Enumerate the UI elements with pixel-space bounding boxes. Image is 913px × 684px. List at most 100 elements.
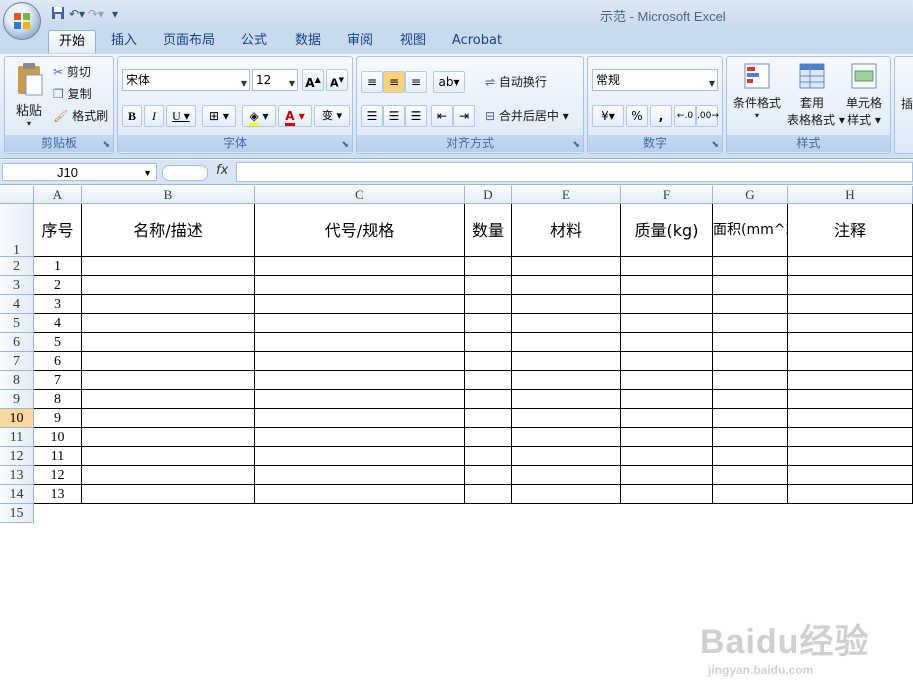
borders-button[interactable]: ⊞ ▾ xyxy=(202,105,236,127)
table-cell[interactable] xyxy=(465,485,512,504)
table-cell[interactable] xyxy=(788,466,913,485)
row-header[interactable]: 12 xyxy=(0,447,34,466)
tab-data[interactable]: 数据 xyxy=(288,30,328,52)
insert-cells-button[interactable]: 插 xyxy=(901,95,913,112)
serial-cell[interactable]: 10 xyxy=(34,428,82,447)
table-cell[interactable] xyxy=(465,466,512,485)
table-cell[interactable] xyxy=(255,390,465,409)
table-cell[interactable] xyxy=(621,352,713,371)
cut-button[interactable]: ✂ 剪切 xyxy=(53,63,91,80)
table-cell[interactable] xyxy=(621,371,713,390)
formula-bar-resize-handle[interactable] xyxy=(162,165,208,181)
row-header[interactable]: 2 xyxy=(0,257,34,276)
dialog-launcher-icon[interactable]: ⬊ xyxy=(711,140,719,150)
dialog-launcher-icon[interactable]: ⬊ xyxy=(572,140,580,150)
table-cell[interactable] xyxy=(512,371,621,390)
header-cell[interactable]: 质量(kg) xyxy=(621,204,713,257)
table-cell[interactable] xyxy=(255,352,465,371)
table-cell[interactable] xyxy=(713,276,788,295)
serial-cell[interactable]: 7 xyxy=(34,371,82,390)
table-cell[interactable] xyxy=(512,333,621,352)
serial-cell[interactable]: 6 xyxy=(34,352,82,371)
row-header[interactable]: 14 xyxy=(0,485,34,504)
table-cell[interactable] xyxy=(713,295,788,314)
table-cell[interactable] xyxy=(512,295,621,314)
increase-decimal-button[interactable]: ←.0 xyxy=(674,105,696,127)
table-cell[interactable] xyxy=(255,409,465,428)
column-header-d[interactable]: D xyxy=(465,186,512,204)
row-header[interactable]: 6 xyxy=(0,333,34,352)
table-cell[interactable] xyxy=(788,333,913,352)
formula-input[interactable] xyxy=(236,162,913,182)
table-cell[interactable] xyxy=(465,428,512,447)
insert-function-button[interactable]: fx xyxy=(216,163,228,178)
table-cell[interactable] xyxy=(255,447,465,466)
underline-button[interactable]: U ▾ xyxy=(166,105,196,127)
table-cell[interactable] xyxy=(512,466,621,485)
header-cell[interactable]: 面积(mm^2) xyxy=(713,204,788,257)
copy-button[interactable]: ❐ 复制 xyxy=(53,85,92,102)
font-color-button[interactable]: A ▾ xyxy=(278,105,312,127)
table-cell[interactable] xyxy=(255,485,465,504)
table-cell[interactable] xyxy=(713,485,788,504)
tab-insert[interactable]: 插入 xyxy=(104,30,144,52)
align-center-button[interactable]: ☰ xyxy=(383,105,405,127)
column-header-f[interactable]: F xyxy=(621,186,713,204)
table-cell[interactable] xyxy=(713,352,788,371)
font-size-select[interactable]: 12 ▼ xyxy=(252,69,298,91)
row-header[interactable]: 9 xyxy=(0,390,34,409)
table-cell[interactable] xyxy=(82,295,255,314)
table-cell[interactable] xyxy=(788,257,913,276)
customize-qat-icon[interactable]: ▾ xyxy=(107,7,123,21)
accounting-format-button[interactable]: ¥▾ xyxy=(592,105,624,127)
serial-cell[interactable]: 12 xyxy=(34,466,82,485)
table-cell[interactable] xyxy=(512,409,621,428)
increase-indent-button[interactable]: ⇥ xyxy=(453,105,475,127)
shrink-font-button[interactable]: A▼ xyxy=(326,69,348,91)
table-cell[interactable] xyxy=(788,314,913,333)
table-cell[interactable] xyxy=(82,257,255,276)
table-cell[interactable] xyxy=(788,428,913,447)
serial-cell[interactable]: 8 xyxy=(34,390,82,409)
table-cell[interactable] xyxy=(512,352,621,371)
italic-button[interactable]: I xyxy=(144,105,164,127)
row-header[interactable]: 13 xyxy=(0,466,34,485)
table-cell[interactable] xyxy=(788,447,913,466)
header-cell[interactable]: 名称/描述 xyxy=(82,204,255,257)
header-cell[interactable]: 代号/规格 xyxy=(255,204,465,257)
table-cell[interactable] xyxy=(82,333,255,352)
table-cell[interactable] xyxy=(512,485,621,504)
select-all-corner[interactable] xyxy=(0,186,34,204)
table-cell[interactable] xyxy=(713,428,788,447)
table-cell[interactable] xyxy=(621,409,713,428)
table-cell[interactable] xyxy=(255,371,465,390)
table-cell[interactable] xyxy=(621,333,713,352)
table-cell[interactable] xyxy=(465,390,512,409)
table-cell[interactable] xyxy=(788,371,913,390)
tab-formulas[interactable]: 公式 xyxy=(234,30,274,52)
table-cell[interactable] xyxy=(255,276,465,295)
table-cell[interactable] xyxy=(713,371,788,390)
office-button[interactable] xyxy=(3,2,41,40)
table-cell[interactable] xyxy=(788,485,913,504)
conditional-formatting-button[interactable]: 条件格式 ▾ xyxy=(731,61,783,120)
serial-cell[interactable]: 2 xyxy=(34,276,82,295)
table-cell[interactable] xyxy=(788,295,913,314)
table-cell[interactable] xyxy=(82,428,255,447)
row-header[interactable]: 4 xyxy=(0,295,34,314)
number-format-select[interactable]: 常规 ▼ xyxy=(592,69,718,91)
table-cell[interactable] xyxy=(621,295,713,314)
table-cell[interactable] xyxy=(465,276,512,295)
table-cell[interactable] xyxy=(255,257,465,276)
tab-home[interactable]: 开始 xyxy=(48,30,96,53)
comma-button[interactable]: , xyxy=(650,105,672,127)
table-cell[interactable] xyxy=(713,409,788,428)
table-cell[interactable] xyxy=(465,333,512,352)
table-cell[interactable] xyxy=(465,352,512,371)
table-cell[interactable] xyxy=(621,485,713,504)
row-header[interactable]: 7 xyxy=(0,352,34,371)
table-cell[interactable] xyxy=(713,466,788,485)
table-cell[interactable] xyxy=(788,352,913,371)
table-cell[interactable] xyxy=(465,295,512,314)
serial-cell[interactable]: 9 xyxy=(34,409,82,428)
